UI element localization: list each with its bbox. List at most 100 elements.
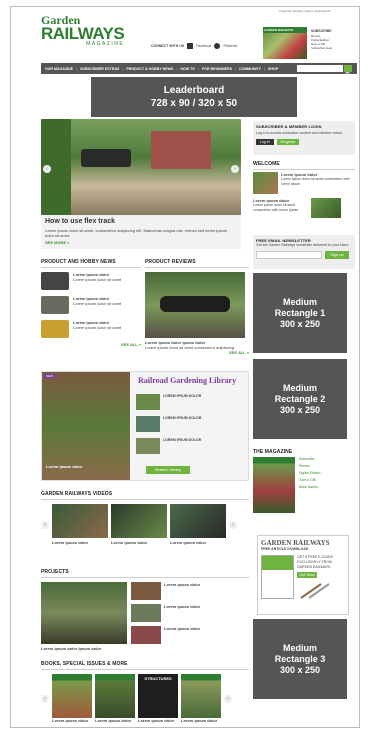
ad-rectangle-3[interactable]: Medium Rectangle 3 300 x 250: [253, 619, 347, 699]
video-caption[interactable]: Lorem ipsum dolor: [111, 540, 167, 545]
search-button[interactable]: [344, 65, 352, 77]
videos-next-button[interactable]: ›: [229, 520, 237, 529]
pinterest-label[interactable]: Pinterest: [223, 44, 237, 49]
free-download-box: GARDEN RAILWAYS FREE ARTICLE DOWNLOAD GE…: [257, 535, 349, 615]
library-item-thumb: [136, 394, 160, 410]
book-caption[interactable]: Lorem ipsum dolor: [138, 718, 178, 723]
book-cover[interactable]: STRUCTURES: [138, 674, 178, 718]
product-thumb[interactable]: [41, 272, 69, 290]
newsletter-signup-button[interactable]: Sign up: [325, 251, 349, 259]
welcome-thumb[interactable]: [253, 172, 279, 194]
projects-title: PROJECTS: [41, 569, 69, 575]
ad-rectangle-1[interactable]: Medium Rectangle 1 300 x 250: [253, 273, 347, 353]
review-image[interactable]: [145, 272, 245, 338]
magazine-link[interactable]: Back Issues: [299, 485, 320, 490]
search-input[interactable]: [297, 65, 343, 72]
library-item[interactable]: LOREM IPSUM DOLOR: [136, 394, 201, 410]
login-title: SUBSCRIBER & MEMBER LOGIN: [256, 124, 322, 129]
get-now-button[interactable]: Get Now: [297, 572, 317, 578]
hero-next-button[interactable]: ›: [231, 165, 239, 173]
login-button[interactable]: Log in: [256, 139, 274, 145]
nav-item[interactable]: SUBSCRIBER EXTRAS: [80, 67, 119, 71]
book-cover[interactable]: [52, 674, 92, 718]
nav-item[interactable]: FOR BEGINNERS: [202, 67, 232, 71]
book-cover[interactable]: [95, 674, 135, 718]
project-item[interactable]: Lorem ipsum dolor: [164, 626, 200, 644]
books-prev-button[interactable]: ‹: [41, 694, 49, 703]
magazine-link[interactable]: Subscribe: [299, 457, 320, 462]
nav-item[interactable]: COMMUNITY: [239, 67, 261, 71]
project-thumb[interactable]: [131, 626, 161, 644]
videos-prev-button[interactable]: ‹: [41, 520, 49, 529]
library-promo: NEW Railroad Gardening Library LOREM IPS…: [41, 371, 249, 481]
free-download-subtitle: FREE ARTICLE DOWNLOAD: [261, 547, 309, 551]
magazine-cover-thumb[interactable]: GARDEN RAILWAYS: [263, 27, 307, 59]
project-thumb[interactable]: [131, 582, 161, 600]
magazine-cover[interactable]: [253, 457, 295, 513]
register-button[interactable]: Register: [276, 139, 300, 145]
video-thumb[interactable]: [111, 504, 167, 538]
chevron-right-icon: ›: [227, 695, 229, 702]
subscribe-box[interactable]: SUBSCRIBE Renew Digital Edition Give a G…: [311, 29, 332, 50]
video-thumb[interactable]: [52, 504, 108, 538]
project-item[interactable]: Lorem ipsum dolor: [164, 604, 200, 622]
video-caption[interactable]: Lorem ipsum dolor: [170, 540, 226, 545]
hero-prev-button[interactable]: ‹: [43, 165, 51, 173]
nav-item[interactable]: OUR MAGAZINE: [45, 67, 73, 71]
magazine-link[interactable]: Digital Edition: [299, 471, 320, 476]
pinterest-icon[interactable]: [214, 43, 221, 49]
project-item[interactable]: Lorem ipsum dolor: [164, 582, 200, 600]
hero-image[interactable]: [41, 119, 241, 215]
ad-rectangle-2[interactable]: Medium Rectangle 2 300 x 250: [253, 359, 347, 439]
login-box: SUBSCRIBER & MEMBER LOGIN Log in to acce…: [253, 121, 355, 155]
video-caption[interactable]: Lorem ipsum dolor: [52, 540, 108, 545]
product-news-more-link[interactable]: SEE ALL »: [41, 342, 141, 347]
ebook-cover[interactable]: [261, 555, 294, 599]
library-item-title: LOREM IPSUM DOLOR: [163, 394, 202, 398]
welcome-thumb[interactable]: [311, 198, 341, 218]
login-body: Log in to access subscriber content and …: [256, 131, 343, 135]
book-caption[interactable]: Lorem ipsum dolor: [95, 718, 135, 723]
ad-size: 300 x 250: [279, 404, 321, 415]
newsletter-email-field[interactable]: [256, 251, 322, 259]
garden-tools-icon: [300, 583, 330, 599]
facebook-label[interactable]: Facebook: [196, 44, 211, 49]
magazine-link[interactable]: Give a Gift: [299, 478, 320, 483]
books-next-button[interactable]: ›: [224, 694, 232, 703]
nav-item[interactable]: HOW TO: [180, 67, 195, 71]
project-thumb[interactable]: [131, 604, 161, 622]
product-reviews-section: PRODUCT REVIEWS Lorem ipsum dolor ipsum …: [145, 259, 249, 355]
project-caption[interactable]: Lorem ipsum dolor ipsum dolor: [41, 646, 127, 651]
search-library-button[interactable]: Search Library: [146, 466, 190, 474]
product-reviews-title: PRODUCT REVIEWS: [145, 259, 196, 265]
project-main-image[interactable]: [41, 582, 127, 644]
connect-row: CONNECT WITH US Facebook Pinterest: [151, 43, 237, 49]
book-cover[interactable]: [181, 674, 221, 718]
product-thumb[interactable]: [41, 296, 69, 314]
hero-title[interactable]: How to use flex track: [45, 218, 237, 226]
product-item-body: Lorem ipsum dolor sit amet: [73, 301, 122, 306]
logo-railways: RAILWAYS: [41, 24, 125, 43]
top-links[interactable]: Customer Service | Help | Contributors: [279, 9, 330, 14]
subscribe-line[interactable]: Subscriber Help: [311, 46, 332, 50]
nav-item[interactable]: SHOP: [268, 67, 278, 71]
facebook-icon[interactable]: [187, 43, 194, 49]
nav-divider: |: [198, 66, 200, 71]
hero-more-link[interactable]: SEE MORE »: [45, 240, 237, 245]
free-download-title: GARDEN RAILWAYS: [261, 539, 330, 547]
product-thumb[interactable]: [41, 320, 69, 338]
books-title: BOOKS, SPECIAL ISSUES & MORE: [41, 661, 128, 667]
book-caption[interactable]: Lorem ipsum dolor: [181, 718, 221, 723]
product-reviews-more-link[interactable]: SEE ALL »: [145, 350, 249, 355]
nav-item[interactable]: PRODUCT & HOBBY NEWS: [126, 67, 173, 71]
library-title[interactable]: Railroad Gardening Library: [138, 376, 236, 385]
magazine-link[interactable]: Renew: [299, 464, 320, 469]
book-caption[interactable]: Lorem ipsum dolor: [52, 718, 92, 723]
library-item[interactable]: LOREM IPSUM DOLOR: [136, 438, 201, 454]
site-logo[interactable]: Garden RAILWAYS MAGAZINE: [41, 14, 125, 47]
video-thumb[interactable]: [170, 504, 226, 538]
ad-label: Medium: [282, 382, 317, 393]
library-item[interactable]: LOREM IPSUM DOLOR: [136, 416, 201, 432]
chevron-right-icon: ›: [234, 166, 236, 172]
ad-leaderboard[interactable]: Leaderboard 728 x 90 / 320 x 50: [91, 77, 297, 117]
